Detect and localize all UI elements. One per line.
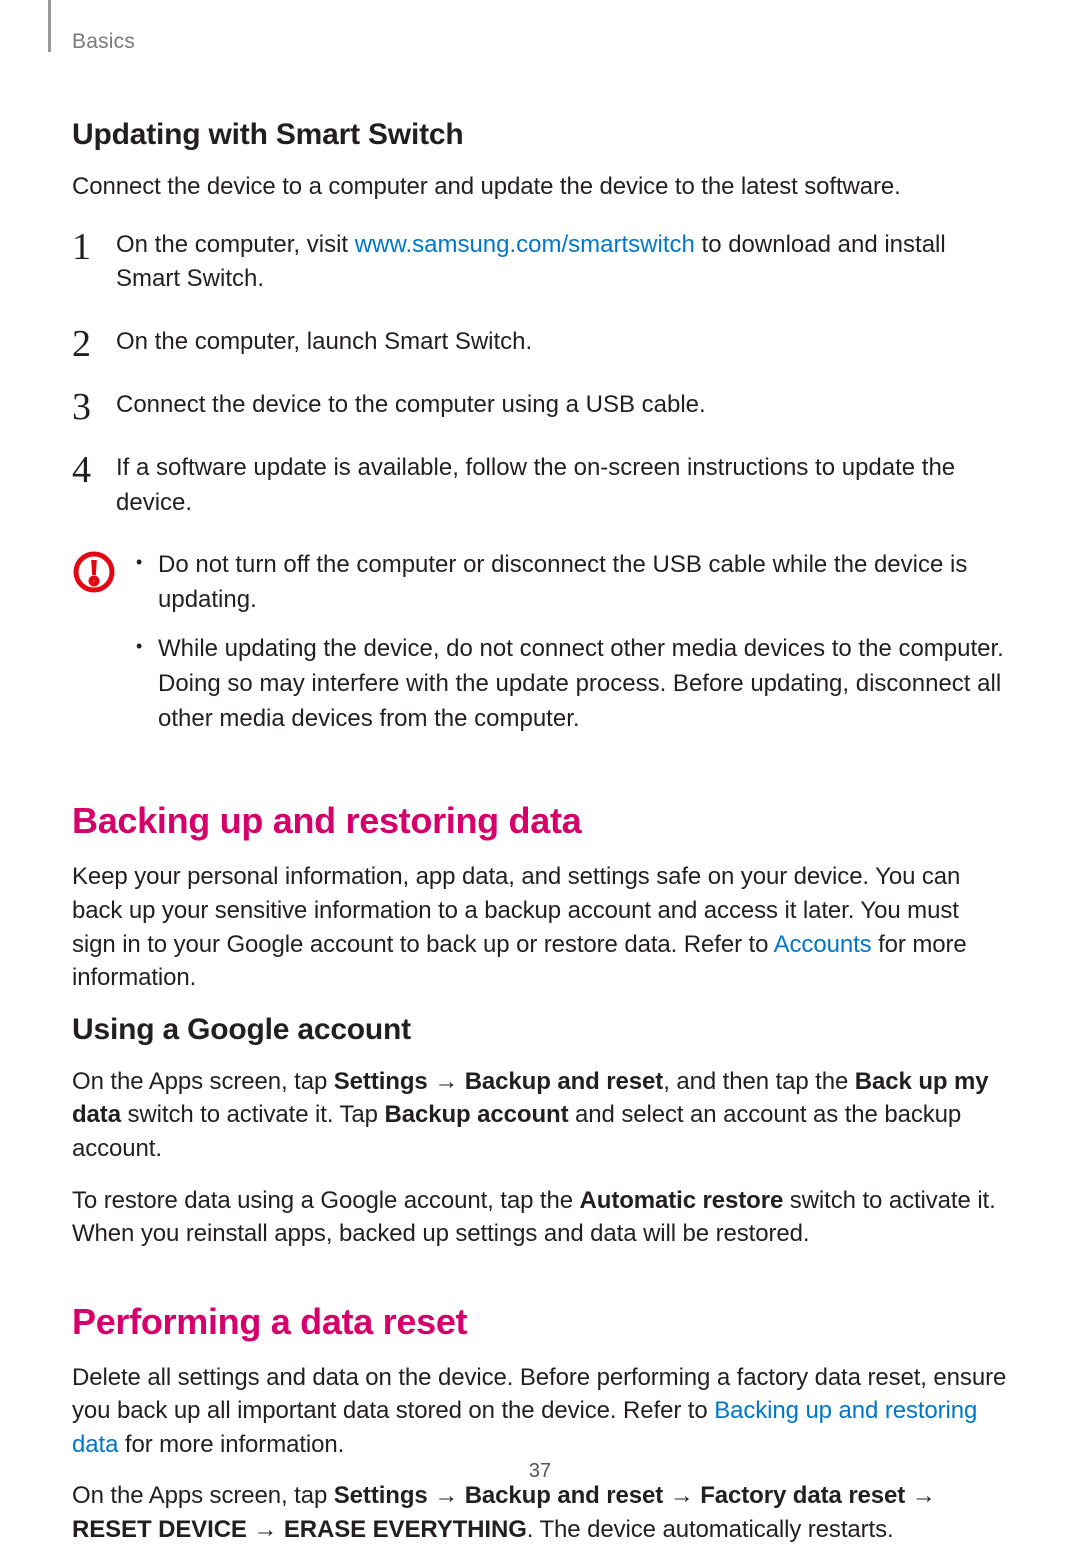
body-text: switch to activate it. Tap	[121, 1101, 385, 1128]
caution-item: While updating the device, do not connec…	[130, 632, 1007, 736]
step-item: 3 Connect the device to the computer usi…	[72, 388, 1007, 423]
body-paragraph: On the Apps screen, tap Settings → Backu…	[72, 1479, 1007, 1546]
ui-path: RESET DEVICE	[72, 1516, 247, 1543]
body-paragraph: To restore data using a Google account, …	[72, 1184, 1007, 1251]
smartswitch-link[interactable]: www.samsung.com/smartswitch	[355, 231, 695, 258]
ui-path: Backup and reset	[465, 1068, 663, 1095]
body-text: for more information.	[118, 1431, 344, 1458]
step-text: If a software update is available, follo…	[116, 454, 955, 516]
ui-path: Backup account	[385, 1101, 569, 1128]
step-number: 1	[72, 220, 91, 275]
step-number: 2	[72, 317, 91, 372]
subheading-google-account: Using a Google account	[72, 1013, 1007, 1047]
step-number: 3	[72, 380, 91, 435]
body-text: On the Apps screen, tap	[72, 1482, 334, 1509]
ui-path: Backup and reset	[465, 1482, 663, 1509]
step-item: 4 If a software update is available, fol…	[72, 451, 1007, 521]
caution-callout: Do not turn off the computer or disconne…	[72, 548, 1007, 750]
arrow: →	[905, 1482, 935, 1509]
body-paragraph: Delete all settings and data on the devi…	[72, 1361, 1007, 1462]
caution-item: Do not turn off the computer or disconne…	[130, 548, 1007, 618]
body-text: . The device automatically restarts.	[527, 1516, 894, 1543]
body-text: , and then tap the	[663, 1068, 855, 1095]
body-paragraph: On the Apps screen, tap Settings → Backu…	[72, 1065, 1007, 1166]
step-item: 2 On the computer, launch Smart Switch.	[72, 325, 1007, 360]
heading-backup-restore: Backing up and restoring data	[72, 800, 1007, 842]
subheading-smart-switch: Updating with Smart Switch	[72, 118, 1007, 152]
arrow: →	[428, 1482, 465, 1509]
header-divider	[48, 0, 51, 52]
ui-path: Settings	[334, 1482, 428, 1509]
ui-path: Automatic restore	[580, 1187, 784, 1214]
heading-data-reset: Performing a data reset	[72, 1301, 1007, 1343]
steps-list: 1 On the computer, visit www.samsung.com…	[72, 228, 1007, 521]
body-text: On the Apps screen, tap	[72, 1068, 334, 1095]
section-header: Basics	[72, 30, 135, 54]
body-text: To restore data using a Google account, …	[72, 1187, 580, 1214]
intro-paragraph: Connect the device to a computer and upd…	[72, 170, 1007, 204]
accounts-link[interactable]: Accounts	[774, 931, 872, 958]
step-item: 1 On the computer, visit www.samsung.com…	[72, 228, 1007, 298]
arrow: →	[428, 1068, 465, 1095]
arrow: →	[247, 1516, 284, 1543]
step-text: On the computer, visit	[116, 231, 355, 258]
ui-path: ERASE EVERYTHING	[284, 1516, 527, 1543]
step-text: On the computer, launch Smart Switch.	[116, 328, 532, 355]
caution-list: Do not turn off the computer or disconne…	[130, 548, 1007, 750]
step-text: Connect the device to the computer using…	[116, 391, 706, 418]
page-content: Updating with Smart Switch Connect the d…	[72, 100, 1007, 1565]
caution-icon	[72, 550, 116, 594]
page-number: 37	[0, 1460, 1080, 1483]
ui-path: Factory data reset	[700, 1482, 905, 1509]
step-number: 4	[72, 443, 91, 498]
ui-path: Settings	[334, 1068, 428, 1095]
body-paragraph: Keep your personal information, app data…	[72, 860, 1007, 994]
arrow: →	[663, 1482, 700, 1509]
